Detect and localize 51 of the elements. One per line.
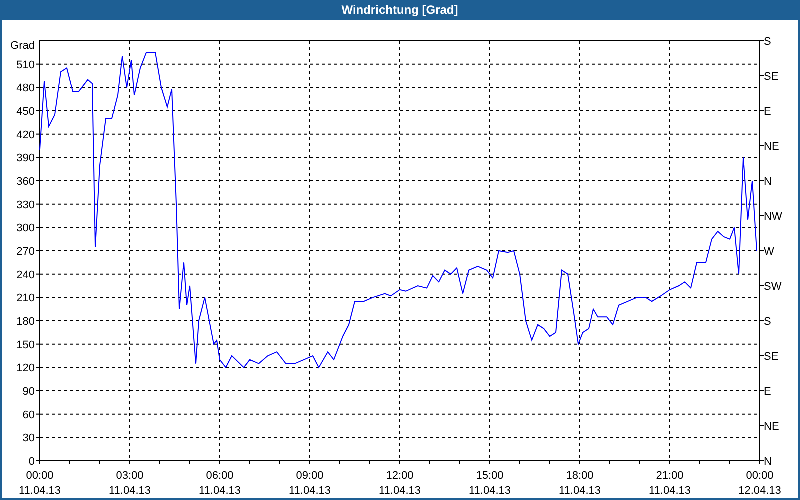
x-tick-label: 15:00 <box>476 470 504 482</box>
x-date-label: 11.04.13 <box>109 485 151 497</box>
direction-label: SW <box>764 281 782 293</box>
y-tick-label: 240 <box>16 269 35 282</box>
y-tick-label: 60 <box>22 409 35 422</box>
x-tick-label: 12:00 <box>386 470 414 482</box>
y-tick-label: 150 <box>16 339 35 352</box>
x-tick-label: 00:00 <box>26 470 54 482</box>
window-title: Windrichtung [Grad] <box>342 2 458 19</box>
x-tick-label: 09:00 <box>296 470 324 482</box>
x-date-label: 11.04.13 <box>199 485 241 497</box>
direction-label: S <box>764 316 772 328</box>
x-date-label: 11.04.13 <box>379 485 421 497</box>
y-tick-label: 450 <box>16 106 35 118</box>
x-tick-label: 00:00 <box>746 470 774 482</box>
y-tick-label: 120 <box>16 362 35 375</box>
x-date-label: 11.04.13 <box>19 485 61 497</box>
y-tick-label: 0 <box>28 456 35 468</box>
y-tick-label: 420 <box>16 129 35 142</box>
direction-label: NW <box>764 211 782 223</box>
direction-label: E <box>764 386 772 398</box>
direction-label: N <box>764 456 772 468</box>
y-tick-label: 360 <box>16 176 35 188</box>
direction-label: E <box>764 106 772 118</box>
x-date-label: 11.04.13 <box>469 485 511 497</box>
y-tick-label: 300 <box>16 222 35 235</box>
y-tick-label: 30 <box>22 432 35 445</box>
x-date-label: 12.04.13 <box>738 485 782 497</box>
y-tick-label: 390 <box>16 152 35 165</box>
y-tick-label: 270 <box>16 246 35 258</box>
y-tick-label: 210 <box>16 292 35 305</box>
y-tick-label: 90 <box>22 386 35 398</box>
x-tick-label: 03:00 <box>116 470 144 482</box>
direction-label: W <box>764 246 774 258</box>
direction-label: S <box>764 36 772 48</box>
x-tick-label: 18:00 <box>566 470 594 482</box>
x-date-label: 11.04.13 <box>649 485 691 497</box>
y-axis-label: Grad <box>10 40 35 52</box>
x-tick-label: 06:00 <box>206 470 234 482</box>
x-date-label: 11.04.13 <box>559 485 601 497</box>
direction-label: N <box>764 176 772 188</box>
y-tick-label: 180 <box>16 316 35 328</box>
x-tick-label: 21:00 <box>656 470 684 482</box>
x-date-label: 11.04.13 <box>289 485 331 497</box>
y-tick-label: 480 <box>16 82 35 95</box>
direction-label: NE <box>764 421 780 433</box>
direction-label: SE <box>764 351 779 363</box>
direction-label: SE <box>764 71 779 83</box>
y-tick-label: 510 <box>16 59 35 72</box>
y-tick-label: 330 <box>16 199 35 212</box>
direction-label: NE <box>764 141 780 153</box>
